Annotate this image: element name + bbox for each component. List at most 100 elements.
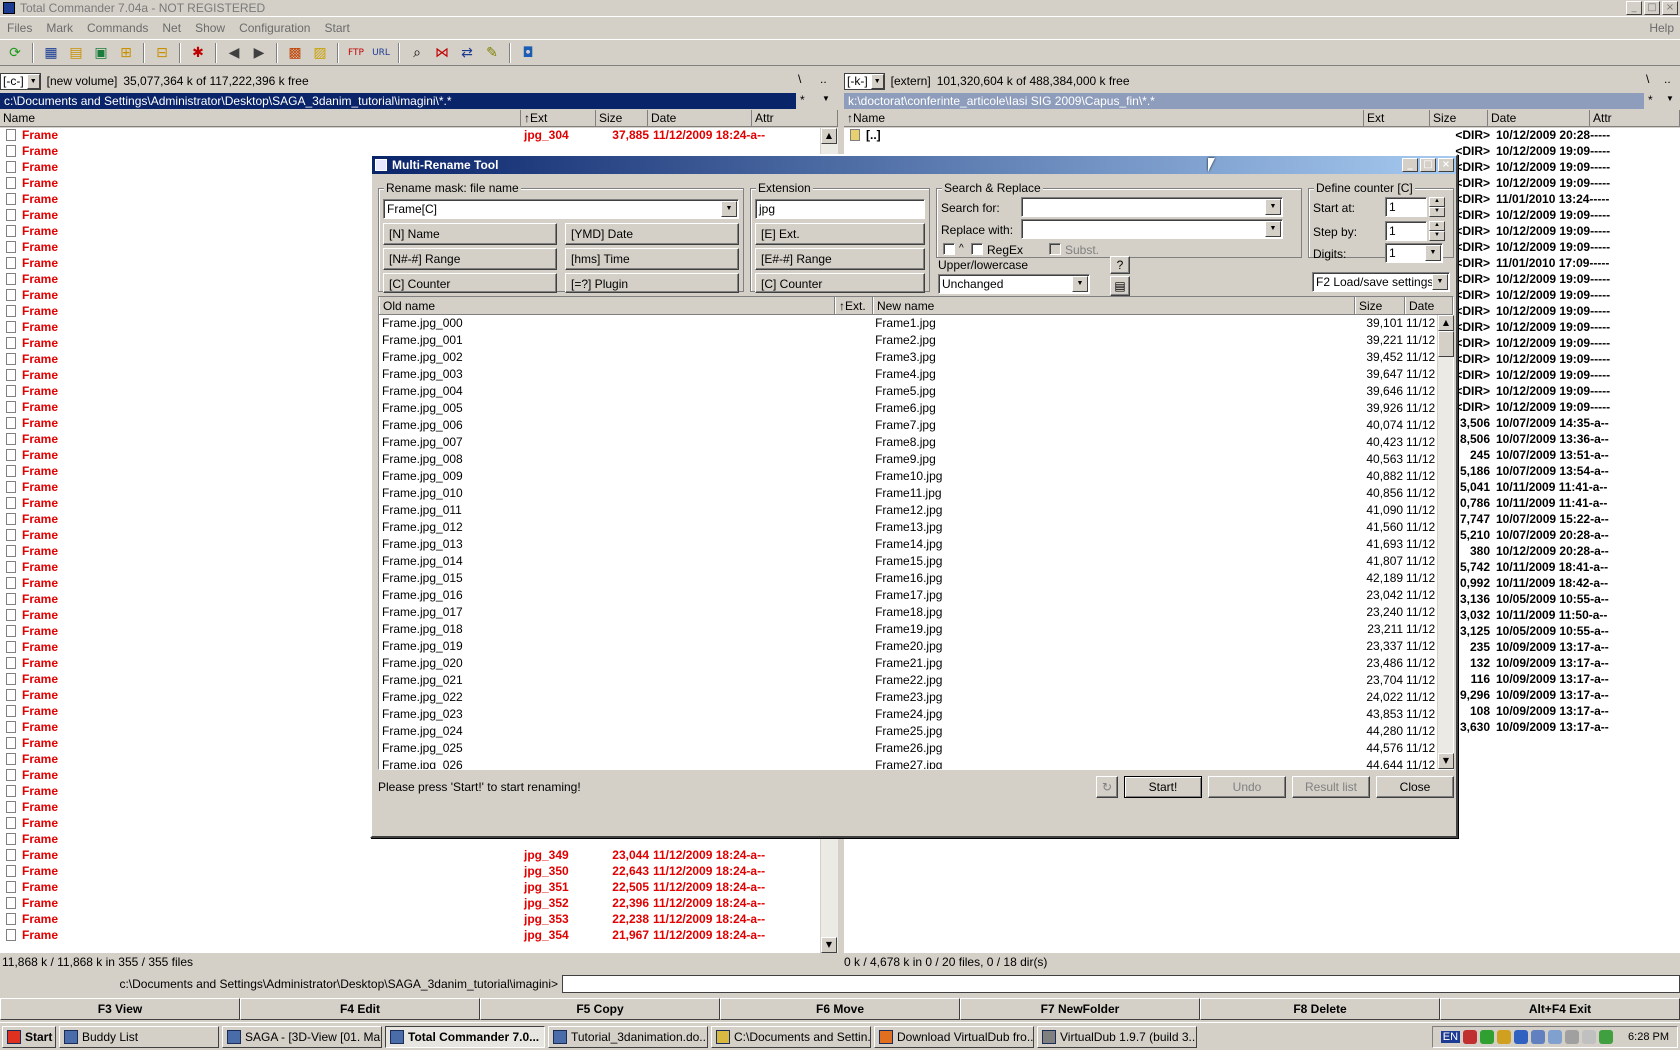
chevron-down-icon[interactable]: ▼ [1265,199,1281,215]
close-dialog-button[interactable]: Close [1376,776,1454,798]
compare-icon[interactable]: ✱ [187,42,209,64]
dialog-close-button[interactable]: × [1438,158,1454,172]
help-book-icon[interactable]: ◘ [517,42,539,64]
rename-row[interactable]: Frame.jpg_021 Frame22.jpg 23,704 11/12 [379,672,1437,689]
rename-row[interactable]: Frame.jpg_023 Frame24.jpg 43,853 11/12 [379,706,1437,723]
chevron-down-icon[interactable]: ▼ [1072,276,1088,292]
rename-row[interactable]: Frame.jpg_017 Frame18.jpg 23,240 11/12 [379,604,1437,621]
rename-row[interactable]: Frame.jpg_002 Frame3.jpg 39,452 11/12 [379,349,1437,366]
rename-row[interactable]: Frame.jpg_004 Frame5.jpg 39,646 11/12 [379,383,1437,400]
right-drive-select[interactable]: [-k-] ▼ [844,72,885,90]
right-col-size[interactable]: Size [1430,110,1488,126]
start-button[interactable]: Start [2,1025,56,1048]
command-input[interactable] [562,975,1680,993]
menu-commands[interactable]: Commands [80,18,155,38]
ftp-icon[interactable]: FTP [345,42,367,64]
pack-icon[interactable]: ▩ [284,42,306,64]
language-indicator[interactable]: EN [1440,1031,1461,1043]
col-new-name[interactable]: New name [873,297,1355,314]
time-placeholder-button[interactable]: [hms] Time [565,248,739,270]
ext-range-button[interactable]: [E#-#] Range [755,248,925,270]
chevron-down-icon[interactable]: ▼ [1425,245,1441,261]
case-sensitive-checkbox[interactable] [943,243,955,255]
plugin-placeholder-button[interactable]: [=?] Plugin [565,273,739,293]
file-row[interactable]: Frame jpg_304 37,885 11/12/2009 18:24-a-- [0,128,820,144]
scroll-down-icon[interactable]: ▼ [1438,753,1454,769]
altf4-exit-button[interactable]: Alt+F4 Exit [1440,998,1680,1020]
refresh-icon[interactable]: ⟳ [4,42,26,64]
rename-row[interactable]: Frame.jpg_014 Frame15.jpg 41,807 11/12 [379,553,1437,570]
result-list-button[interactable]: Result list [1292,776,1370,798]
rename-row[interactable]: Frame.jpg_019 Frame20.jpg 23,337 11/12 [379,638,1437,655]
rename-row[interactable]: Frame.jpg_022 Frame23.jpg 24,022 11/12 [379,689,1437,706]
col-date[interactable]: Date [1405,297,1453,314]
task-buddy-list[interactable]: Buddy List [59,1025,219,1048]
left-drive-select[interactable]: [-c-] ▼ [0,72,41,90]
digits-select[interactable]: 1 ▼ [1385,243,1443,263]
unpack-icon[interactable]: ▨ [309,42,331,64]
rename-row[interactable]: Frame.jpg_011 Frame12.jpg 41,090 11/12 [379,502,1437,519]
tray-icon-1[interactable] [1463,1030,1478,1044]
task-firefox[interactable]: Download VirtualDub fro... [874,1025,1034,1048]
search-for-input[interactable]: ▼ [1021,197,1283,217]
task-saga[interactable]: SAGA - [3D-View [01. Ma... [222,1025,382,1048]
regex-checkbox[interactable] [971,243,983,255]
dialog-minimize-button[interactable]: _ [1402,158,1418,172]
undo-button[interactable]: Undo [1208,776,1286,798]
sync-dirs-icon[interactable]: ⇄ [456,42,478,64]
dialog-title-bar[interactable]: Multi-Rename Tool _ □ × [372,156,1456,174]
right-root-button[interactable]: \ [1646,72,1649,86]
file-row[interactable]: Frame jpg_350 22,643 11/12/2009 18:24-a-- [0,864,820,880]
rename-row[interactable]: Frame.jpg_018 Frame19.jpg 23,211 11/12 [379,621,1437,638]
multi-rename-icon[interactable]: ⋈ [431,42,453,64]
minimize-button[interactable]: _ [1626,1,1642,15]
step-by-spinner[interactable]: ▲ ▼ [1429,221,1445,241]
name-placeholder-button[interactable]: [N] Name [383,223,557,245]
scroll-up-icon[interactable]: ▲ [1438,315,1454,331]
rename-row[interactable]: Frame.jpg_000 Frame1.jpg 39,101 11/12 [379,315,1437,332]
ext-placeholder-button[interactable]: [E] Ext. [755,223,925,245]
tray-icon-6[interactable] [1548,1030,1563,1044]
invert-selection-icon[interactable]: ⊟ [151,42,173,64]
file-row[interactable]: Frame jpg_352 22,396 11/12/2009 18:24-a-- [0,896,820,912]
rename-row[interactable]: Frame.jpg_009 Frame10.jpg 40,882 11/12 [379,468,1437,485]
extension-input[interactable]: jpg [755,199,925,219]
file-row[interactable]: Frame jpg_354 21,967 11/12/2009 18:24-a-- [0,928,820,944]
date-placeholder-button[interactable]: [YMD] Date [565,223,739,245]
tray-icon-5[interactable] [1531,1030,1546,1044]
menu-net[interactable]: Net [155,18,188,38]
brief-view-icon[interactable]: ▦ [40,42,62,64]
left-col-date[interactable]: Date [648,110,752,126]
menu-start[interactable]: Start [317,18,356,38]
rename-row[interactable]: Frame.jpg_015 Frame16.jpg 42,189 11/12 [379,570,1437,587]
task-word-doc[interactable]: Tutorial_3danimation.do... [548,1025,708,1048]
tray-icon-8[interactable] [1582,1030,1597,1044]
rename-row[interactable]: Frame.jpg_003 Frame4.jpg 39,647 11/12 [379,366,1437,383]
start-at-input[interactable]: 1 [1385,197,1427,217]
rename-row[interactable]: Frame.jpg_007 Frame8.jpg 40,423 11/12 [379,434,1437,451]
file-row[interactable]: Frame jpg_353 22,238 11/12/2009 18:24-a-- [0,912,820,928]
left-col-size[interactable]: Size [596,110,648,126]
rename-row[interactable]: Frame.jpg_020 Frame21.jpg 23,486 11/12 [379,655,1437,672]
left-col-attr[interactable]: Attr [752,110,838,126]
counter-placeholder-button[interactable]: [C] Counter [383,273,557,293]
col-ext[interactable]: ↑Ext. [835,297,873,314]
right-col-name[interactable]: ↑Name [844,110,1364,126]
scroll-down-icon[interactable]: ▼ [821,937,837,953]
start-rename-button[interactable]: Start! [1124,776,1202,798]
left-col-ext[interactable]: ↑Ext [521,110,596,126]
f7-newfolder-button[interactable]: F7 NewFolder [960,998,1200,1020]
tree-icon[interactable]: ⊞ [115,42,137,64]
task-explorer[interactable]: C:\Documents and Settin... [711,1025,871,1048]
help-button[interactable]: ? [1110,256,1130,274]
clipboard-icon[interactable]: ▤ [1110,276,1130,296]
f3-view-button[interactable]: F3 View [0,998,240,1020]
right-history-dropdown[interactable]: ▼ [1666,94,1674,103]
f4-edit-button[interactable]: F4 Edit [240,998,480,1020]
rename-preview-list[interactable]: Old name ↑Ext. New name Size Date Frame.… [378,296,1454,770]
menu-show[interactable]: Show [188,18,232,38]
right-history-star[interactable]: * [1648,93,1653,107]
close-button[interactable]: × [1662,1,1678,15]
rename-row[interactable]: Frame.jpg_026 Frame27.jpg 44,644 11/12 [379,757,1437,769]
notepad-icon[interactable]: ✎ [481,42,503,64]
